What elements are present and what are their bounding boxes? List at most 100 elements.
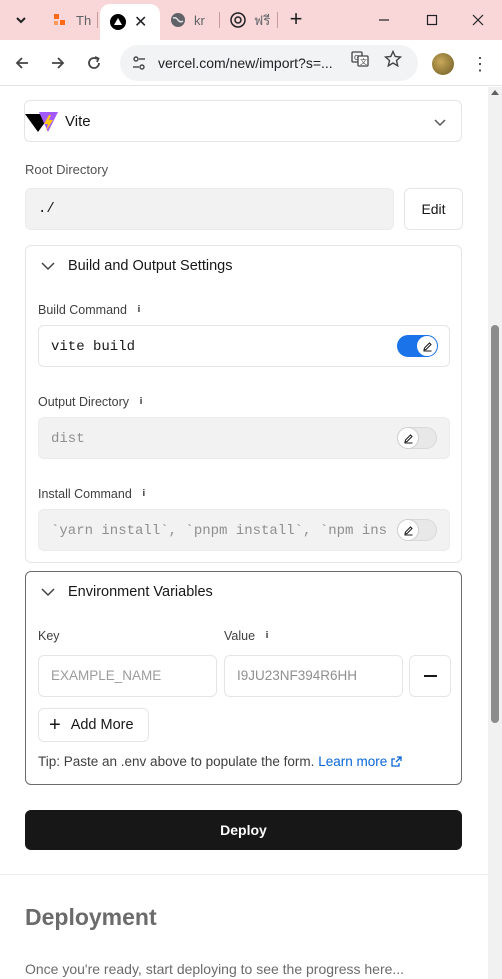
info-icon[interactable]: i — [133, 304, 145, 316]
remove-env-var-button[interactable] — [409, 655, 451, 697]
profile-avatar[interactable] — [432, 53, 454, 75]
root-directory-label: Root Directory — [25, 162, 109, 177]
build-command-field[interactable]: vite build — [38, 325, 450, 367]
deployment-subtitle: Once you're ready, start deploying to se… — [25, 961, 405, 977]
tab-search-dropdown[interactable] — [6, 6, 36, 34]
chevron-down-icon — [41, 588, 55, 597]
chevron-down-icon — [434, 119, 446, 127]
tab-title: Th — [76, 12, 92, 28]
browser-toolbar: vercel.com/new/import?s=... G文 ⋮ — [0, 40, 502, 86]
close-window-button[interactable] — [466, 8, 490, 32]
toggle-knob — [397, 519, 419, 541]
field-label-text: Value — [224, 629, 256, 643]
deploy-button[interactable]: Deploy — [25, 810, 462, 850]
reload-icon — [88, 56, 100, 69]
minimize-icon — [379, 19, 389, 21]
panel-title: Environment Variables — [68, 584, 213, 600]
globe-icon — [170, 12, 186, 28]
arrow-left-icon — [15, 57, 28, 69]
page-content: Vite Root Directory ./ Edit Build and Ou… — [0, 87, 488, 979]
tab-active-vercel[interactable]: ✕ — [100, 4, 160, 40]
pencil-icon — [403, 525, 413, 535]
tab-separator — [219, 12, 220, 28]
pencil-icon — [403, 433, 413, 443]
address-bar[interactable]: vercel.com/new/import?s=... — [120, 45, 418, 81]
browser-tab-bar: Th ✕ kr ฟรี + — [0, 0, 502, 40]
tab-title: kr — [194, 12, 205, 28]
output-directory-value: dist — [51, 431, 85, 447]
scroll-up-arrow-icon[interactable] — [491, 90, 499, 95]
info-icon[interactable]: i — [135, 396, 147, 408]
close-tab-icon[interactable]: ✕ — [134, 12, 147, 32]
reload-button[interactable] — [82, 51, 106, 75]
tab-1[interactable]: Th — [52, 4, 91, 36]
build-command-override-toggle[interactable] — [397, 335, 438, 357]
toggle-knob — [397, 427, 419, 449]
tab-3[interactable]: kr — [170, 4, 205, 36]
install-command-value: `yarn install`, `pnpm install`, `npm ins — [51, 523, 388, 539]
learn-more-text: Learn more — [318, 754, 388, 769]
build-output-settings-panel: Build and Output Settings Build Command … — [25, 245, 462, 563]
minimize-button[interactable] — [372, 8, 396, 32]
install-command-override-toggle[interactable] — [397, 519, 437, 541]
field-label-text: Install Command — [38, 487, 132, 501]
env-tip: Tip: Paste an .env above to populate the… — [38, 754, 402, 769]
vite-logo-icon — [25, 112, 58, 132]
close-icon — [472, 14, 484, 26]
site-settings-icon[interactable] — [130, 54, 148, 72]
framework-preset-select[interactable]: Vite — [24, 100, 462, 142]
install-command-field: `yarn install`, `pnpm install`, `npm ins — [38, 509, 450, 551]
arrow-right-icon — [52, 57, 65, 69]
page-scrollbar[interactable] — [488, 87, 502, 979]
tab-4[interactable]: ฟรี — [230, 4, 270, 36]
env-value-label: Value i — [224, 629, 273, 643]
output-directory-field: dist — [38, 417, 450, 459]
panel-title: Build and Output Settings — [68, 258, 233, 274]
field-label-text: Output Directory — [38, 395, 130, 409]
bookmark-button[interactable] — [383, 49, 403, 69]
toggle-knob — [416, 335, 438, 357]
new-tab-button[interactable]: + — [284, 8, 308, 32]
chevron-down-icon — [41, 262, 55, 271]
build-command-value: vite build — [51, 339, 136, 355]
scroll-thumb[interactable] — [491, 325, 499, 723]
add-more-button[interactable]: + Add More — [38, 708, 149, 742]
info-icon[interactable]: i — [138, 488, 150, 500]
section-divider — [0, 874, 488, 875]
forward-button[interactable] — [46, 51, 70, 75]
field-label-text: Key — [38, 629, 60, 643]
maximize-icon — [426, 14, 438, 26]
edit-root-directory-button[interactable]: Edit — [404, 188, 463, 230]
build-command-label: Build Command i — [38, 303, 145, 317]
install-command-label: Install Command i — [38, 487, 150, 501]
back-button[interactable] — [10, 51, 34, 75]
environment-variables-toggle[interactable]: Environment Variables — [40, 584, 213, 600]
pencil-icon — [422, 341, 432, 351]
env-key-input[interactable]: EXAMPLE_NAME — [38, 655, 217, 697]
output-directory-override-toggle[interactable] — [397, 427, 437, 449]
info-icon[interactable]: i — [261, 630, 273, 642]
env-key-label: Key — [38, 629, 60, 643]
svg-text:文: 文 — [360, 57, 367, 66]
framework-name: Vite — [65, 113, 91, 130]
deployment-title: Deployment — [25, 904, 157, 930]
url-text: vercel.com/new/import?s=... — [158, 55, 333, 71]
more-menu-icon[interactable]: ⋮ — [470, 52, 490, 76]
external-link-icon — [391, 756, 402, 767]
tip-text: Tip: Paste an .env above to populate the… — [38, 754, 315, 769]
root-directory-field: ./ — [25, 188, 394, 230]
build-output-settings-toggle[interactable]: Build and Output Settings — [40, 258, 232, 274]
vercel-triangle-icon — [110, 14, 126, 30]
tab-separator — [97, 12, 98, 28]
translate-button[interactable]: G文 — [350, 49, 370, 69]
output-directory-label: Output Directory i — [38, 395, 147, 409]
field-label-text: Build Command — [38, 303, 127, 317]
add-more-label: Add More — [70, 717, 134, 733]
learn-more-link[interactable]: Learn more — [318, 754, 402, 769]
maximize-button[interactable] — [420, 8, 444, 32]
star-icon — [384, 50, 402, 68]
env-value-input[interactable]: I9JU23NF394R6HH — [224, 655, 403, 697]
minus-icon — [423, 675, 437, 677]
orange-tab-icon — [52, 12, 68, 28]
openai-icon — [230, 12, 246, 28]
